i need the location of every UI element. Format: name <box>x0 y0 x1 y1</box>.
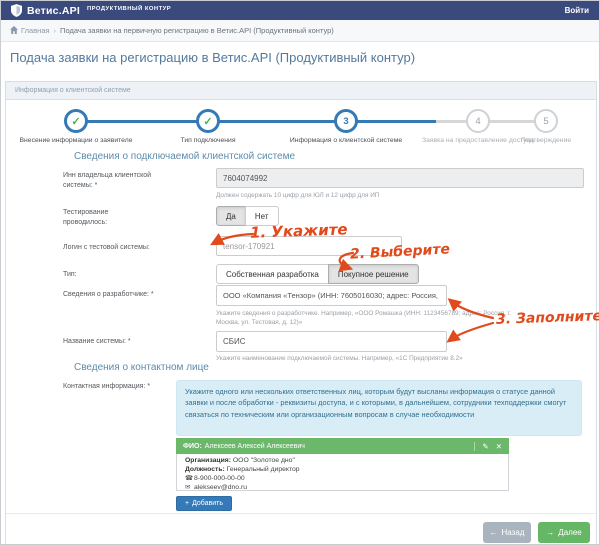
fio-label: ФИО: <box>183 443 202 450</box>
step-number: 4 <box>475 116 480 127</box>
inn-hint: Должен содержать 10 цифр для ЮЛ и 12 циф… <box>216 191 516 200</box>
stepper-remaining-line <box>436 120 548 123</box>
type-toggle-group: Собственная разработка Покупное решение <box>216 264 419 284</box>
testing-label: Тестирование проводилось: <box>63 208 125 228</box>
contact-card-body: Организация: ООО "Золотое дно" Должность… <box>176 454 509 491</box>
next-button[interactable]: → Далее <box>538 522 590 543</box>
vetis-logo-icon <box>11 4 22 17</box>
step-1-label: Внесение информации о заявителе <box>1 137 151 145</box>
breadcrumb: Главная › Подача заявки на первичную рег… <box>1 20 599 42</box>
contact-card-header: ФИО: Алексеев Алексей Алексеевич ✎ ✕ <box>176 438 509 454</box>
top-bar: Ветис.API ПРОДУКТИВНЫЙ КОНТУР Войти <box>1 1 599 20</box>
step-number: 5 <box>543 116 548 127</box>
organization-label: Организация: <box>185 457 231 464</box>
system-name-input[interactable] <box>216 331 447 352</box>
fio-value: Алексеев Алексей Алексеевич <box>205 443 305 450</box>
type-label: Тип: <box>63 270 123 280</box>
home-icon <box>10 26 18 36</box>
developer-info-label: Сведения о разработчике: * <box>63 290 163 300</box>
breadcrumb-separator: › <box>54 26 57 35</box>
system-name-label: Название системы: * <box>63 337 183 347</box>
step-2-indicator: ✓ <box>196 109 220 133</box>
section-title-contact-person: Сведения о контактном лице <box>74 362 209 373</box>
environment-badge: ПРОДУКТИВНЫЙ КОНТУР <box>87 6 171 12</box>
inn-input[interactable] <box>216 168 584 188</box>
login-link[interactable]: Войти <box>565 6 589 15</box>
footer-divider <box>6 513 596 514</box>
step-1-indicator: ✓ <box>64 109 88 133</box>
next-arrow-icon: → <box>546 528 554 537</box>
stepper-progress-line <box>76 120 436 123</box>
position-label: Должность: <box>185 466 225 473</box>
contact-info-label: Контактная информация: * <box>63 382 173 392</box>
type-own-development-button[interactable]: Собственная разработка <box>216 264 329 284</box>
inn-label: Инн владельца клиентской системы: * <box>63 171 158 191</box>
back-button[interactable]: ← Назад <box>483 522 531 543</box>
step-3-label: Информация о клиентской системе <box>271 137 421 145</box>
vetis-api-registration-page: Ветис.API ПРОДУКТИВНЫЙ КОНТУР Войти Глав… <box>0 0 600 545</box>
panel-header: Информация о клиентской системе <box>5 81 597 100</box>
position-value: Генеральный директор <box>227 466 300 473</box>
back-arrow-icon: ← <box>490 528 498 537</box>
step-2-label: Тип подключения <box>158 137 258 145</box>
phone-value: 8-900-000-00-00 <box>194 475 245 482</box>
developer-info-input[interactable] <box>216 285 447 306</box>
step-3-indicator: 3 <box>334 109 358 133</box>
email-value: alekseev@dno.ru <box>194 484 247 491</box>
breadcrumb-home-link[interactable]: Главная <box>10 26 50 36</box>
testing-yes-button[interactable]: Да <box>216 206 246 226</box>
step-4-indicator: 4 <box>466 109 490 133</box>
add-contact-label: Добавить <box>192 500 223 507</box>
organization-row: Организация: ООО "Золотое дно" <box>185 457 500 466</box>
developer-info-hint: Укажите сведения о разработчике. Наприме… <box>216 309 516 328</box>
page-title: Подача заявки на регистрацию в Ветис.API… <box>10 50 415 65</box>
check-icon: ✓ <box>71 115 80 128</box>
section-title-client-system: Сведения о подключаемой клиентской систе… <box>74 151 295 162</box>
email-icon: ✉ <box>185 484 194 493</box>
check-icon: ✓ <box>203 115 212 128</box>
annotation-1-ukazhite: 1. Укажите <box>250 220 348 241</box>
system-name-hint: Укажите наименование подключаемой систем… <box>216 354 546 363</box>
breadcrumb-current: Подача заявки на первичную регистрацию в… <box>60 26 334 35</box>
phone-row: ☎8-900-000-00-00 <box>185 475 500 484</box>
edit-icon[interactable]: ✎ <box>482 442 488 451</box>
plus-icon: + <box>185 500 189 507</box>
step-5-indicator: 5 <box>534 109 558 133</box>
organization-value: ООО "Золотое дно" <box>233 457 295 464</box>
add-contact-button[interactable]: + Добавить <box>176 496 232 511</box>
email-row: ✉alekseev@dno.ru <box>185 484 500 493</box>
position-row: Должность: Генеральный директор <box>185 466 500 475</box>
back-button-label: Назад <box>502 528 525 537</box>
step-number: 3 <box>343 116 348 127</box>
next-button-label: Далее <box>558 528 581 537</box>
phone-icon: ☎ <box>185 475 194 484</box>
contact-card-actions: ✎ ✕ <box>474 442 502 451</box>
step-5-label: Подтверждение <box>496 137 596 145</box>
close-icon[interactable]: ✕ <box>496 442 502 451</box>
test-login-label: Логин с тестовой системы: <box>63 243 193 253</box>
type-purchased-solution-button[interactable]: Покупное решение <box>328 264 419 284</box>
breadcrumb-home-label: Главная <box>21 26 50 35</box>
contact-info-notice: Укажите одного или нескольких ответствен… <box>176 380 582 436</box>
app-title: Ветис.API <box>27 5 80 17</box>
